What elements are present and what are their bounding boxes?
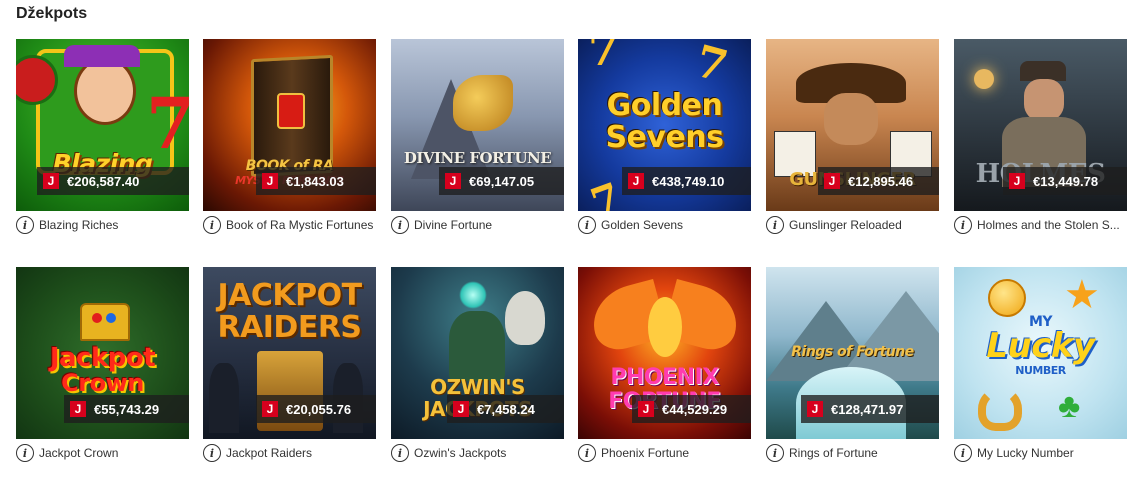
info-icon[interactable]: i <box>16 444 34 462</box>
game-card-book-of-ra-mystic-fortunes[interactable]: BOOK of RA MYSTIC FORTUNES J €1,843.03 i… <box>203 39 376 239</box>
game-caption: i Blazing Riches <box>16 215 189 235</box>
game-thumbnail[interactable]: Rings of Fortune J €128,471.97 <box>766 267 939 439</box>
game-thumbnail[interactable]: ★ ♣ MY Lucky NUMBER <box>954 267 1127 439</box>
game-caption: i My Lucky Number <box>954 443 1127 463</box>
info-icon[interactable]: i <box>954 216 972 234</box>
game-card-jackpot-raiders[interactable]: JACKPOT RAIDERS J €20,055.76 i Jackpot R… <box>203 267 376 467</box>
game-name[interactable]: Divine Fortune <box>414 218 492 232</box>
game-caption: i Jackpot Raiders <box>203 443 376 463</box>
game-name[interactable]: Gunslinger Reloaded <box>789 218 902 232</box>
jackpot-bar: J €128,471.97 <box>801 395 939 423</box>
game-name[interactable]: Jackpot Raiders <box>226 446 312 460</box>
info-icon[interactable]: i <box>16 216 34 234</box>
game-name[interactable]: My Lucky Number <box>977 446 1074 460</box>
jackpot-amount: €20,055.76 <box>286 401 352 417</box>
info-icon[interactable]: i <box>203 216 221 234</box>
jackpot-bar: J €7,458.24 <box>447 395 564 423</box>
jackpot-amount: €44,529.29 <box>662 401 728 417</box>
jackpot-bar: J €55,743.29 <box>64 395 189 423</box>
game-card-blazing-riches[interactable]: 7 Blazing J €206,587.40 i Blazing Riches <box>16 39 189 239</box>
info-icon[interactable]: i <box>391 444 409 462</box>
game-card-jackpot-crown[interactable]: Jackpot Crown J €55,743.29 i Jackpot Cro… <box>16 267 189 467</box>
jackpot-amount: €1,843.03 <box>286 173 344 189</box>
jackpot-badge-icon: J <box>453 401 469 417</box>
game-name[interactable]: Phoenix Fortune <box>601 446 689 460</box>
game-caption: i Golden Sevens <box>578 215 751 235</box>
game-thumbnail[interactable]: 7 7 7 Golden Sevens J €438,749.10 <box>578 39 751 211</box>
game-thumbnail[interactable]: PHOENIX FORTUNE J €44,529.29 <box>578 267 751 439</box>
game-caption: i Divine Fortune <box>391 215 564 235</box>
jackpot-badge-icon: J <box>807 401 823 417</box>
game-name[interactable]: Golden Sevens <box>601 218 683 232</box>
game-name[interactable]: Holmes and the Stolen S... <box>977 218 1120 232</box>
game-name[interactable]: Jackpot Crown <box>39 446 118 460</box>
info-icon[interactable]: i <box>766 216 784 234</box>
games-row: Jackpot Crown J €55,743.29 i Jackpot Cro… <box>16 267 1142 497</box>
game-thumbnail[interactable]: Jackpot Crown J €55,743.29 <box>16 267 189 439</box>
game-thumbnail[interactable]: BOOK of RA MYSTIC FORTUNES J €1,843.03 <box>203 39 376 211</box>
game-card-divine-fortune[interactable]: DIVINE FORTUNE J €69,147.05 i Divine For… <box>391 39 564 239</box>
game-thumbnail[interactable]: 7 Blazing J €206,587.40 <box>16 39 189 211</box>
game-caption: i Rings of Fortune <box>766 443 939 463</box>
jackpot-amount: €12,895.46 <box>848 173 914 189</box>
game-thumbnail[interactable]: HOLMES J €13,449.78 <box>954 39 1127 211</box>
jackpot-badge-icon: J <box>70 401 86 417</box>
info-icon[interactable]: i <box>766 444 784 462</box>
jackpot-bar: J €20,055.76 <box>256 395 376 423</box>
jackpot-badge-icon: J <box>638 401 654 417</box>
jackpot-amount: €206,587.40 <box>67 173 140 189</box>
jackpot-badge-icon: J <box>1009 173 1025 189</box>
game-card-holmes[interactable]: HOLMES J €13,449.78 i Holmes and the Sto… <box>954 39 1127 239</box>
game-caption: i Holmes and the Stolen S... <box>954 215 1127 235</box>
jackpot-bar: J €438,749.10 <box>622 167 751 195</box>
jackpot-bar: J €44,529.29 <box>632 395 751 423</box>
game-caption: i Gunslinger Reloaded <box>766 215 939 235</box>
game-card-rings-of-fortune[interactable]: Rings of Fortune J €128,471.97 i Rings o… <box>766 267 939 467</box>
jackpot-badge-icon: J <box>43 173 59 189</box>
info-icon[interactable]: i <box>203 444 221 462</box>
jackpot-badge-icon: J <box>262 401 278 417</box>
game-name[interactable]: Ozwin's Jackpots <box>414 446 506 460</box>
jackpot-badge-icon: J <box>262 173 278 189</box>
jackpot-bar: J €13,449.78 <box>1003 167 1127 195</box>
jackpot-bar: J €206,587.40 <box>37 167 189 195</box>
game-caption: i Ozwin's Jackpots <box>391 443 564 463</box>
jackpot-badge-icon: J <box>445 173 461 189</box>
game-name[interactable]: Rings of Fortune <box>789 446 878 460</box>
jackpot-amount: €13,449.78 <box>1033 173 1099 189</box>
game-caption: i Book of Ra Mystic Fortunes <box>203 215 376 235</box>
game-thumbnail[interactable]: JACKPOT RAIDERS J €20,055.76 <box>203 267 376 439</box>
jackpot-bar: J €1,843.03 <box>256 167 376 195</box>
info-icon[interactable]: i <box>578 444 596 462</box>
jackpot-amount: €69,147.05 <box>469 173 535 189</box>
jackpot-amount: €438,749.10 <box>652 173 725 189</box>
info-icon[interactable]: i <box>578 216 596 234</box>
game-name[interactable]: Blazing Riches <box>39 218 118 232</box>
info-icon[interactable]: i <box>391 216 409 234</box>
game-caption: i Jackpot Crown <box>16 443 189 463</box>
game-thumbnail[interactable]: GUNSLINGER J €12,895.46 <box>766 39 939 211</box>
game-card-gunslinger-reloaded[interactable]: GUNSLINGER J €12,895.46 i Gunslinger Rel… <box>766 39 939 239</box>
game-thumbnail[interactable]: DIVINE FORTUNE J €69,147.05 <box>391 39 564 211</box>
section-title: Džekpots <box>16 5 88 22</box>
game-card-my-lucky-number[interactable]: ★ ♣ MY Lucky NUMBER i My Lucky Number <box>954 267 1127 467</box>
game-thumbnail[interactable]: OZWIN'S JACKPOTS J €7,458.24 <box>391 267 564 439</box>
game-card-ozwins-jackpots[interactable]: OZWIN'S JACKPOTS J €7,458.24 i Ozwin's J… <box>391 267 564 467</box>
jackpot-amount: €7,458.24 <box>477 401 535 417</box>
game-caption: i Phoenix Fortune <box>578 443 751 463</box>
jackpot-badge-icon: J <box>628 173 644 189</box>
games-row: 7 Blazing J €206,587.40 i Blazing Riches <box>16 39 1142 269</box>
game-name[interactable]: Book of Ra Mystic Fortunes <box>226 218 373 232</box>
jackpot-bar: J €69,147.05 <box>439 167 564 195</box>
game-card-phoenix-fortune[interactable]: PHOENIX FORTUNE J €44,529.29 i Phoenix F… <box>578 267 751 467</box>
jackpot-badge-icon: J <box>824 173 840 189</box>
game-card-golden-sevens[interactable]: 7 7 7 Golden Sevens J €438,749.10 i Gold… <box>578 39 751 239</box>
info-icon[interactable]: i <box>954 444 972 462</box>
jackpot-bar: J €12,895.46 <box>818 167 939 195</box>
jackpot-amount: €55,743.29 <box>94 401 160 417</box>
jackpot-amount: €128,471.97 <box>831 401 904 417</box>
